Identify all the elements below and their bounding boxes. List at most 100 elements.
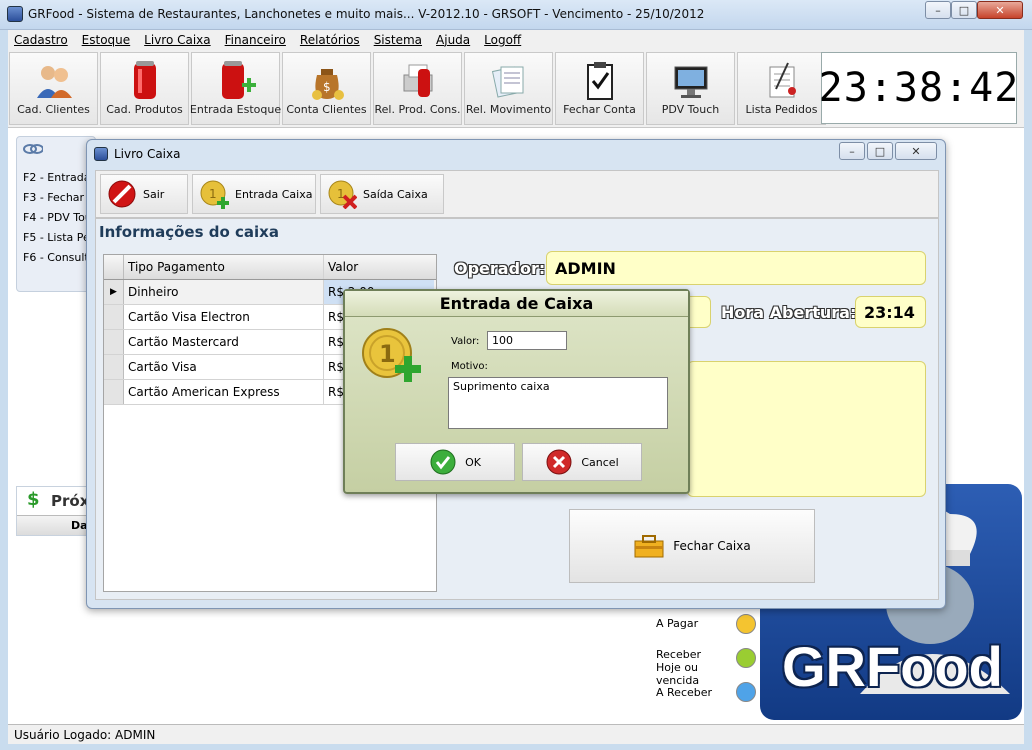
menu-estoque[interactable]: Estoque xyxy=(82,33,131,47)
proximos-title: Próx xyxy=(51,492,90,510)
legend-a-pagar-dot xyxy=(736,614,756,634)
cancel-icon xyxy=(546,449,572,475)
operador-field: ADMIN xyxy=(546,251,926,285)
soda-can-icon xyxy=(125,58,165,102)
ok-button[interactable]: OK xyxy=(395,443,515,481)
cad-clientes-button[interactable]: Cad. Clientes xyxy=(9,52,98,125)
fechar-caixa-button[interactable]: Fechar Caixa xyxy=(569,509,815,583)
menu-ajuda[interactable]: Ajuda xyxy=(436,33,470,47)
maximize-button[interactable]: □ xyxy=(951,1,977,19)
users-icon xyxy=(34,58,74,102)
lc-close-button[interactable]: ✕ xyxy=(895,142,937,160)
row-pointer-icon: ▶ xyxy=(104,280,124,304)
lc-minimize-button[interactable]: – xyxy=(839,142,865,160)
operador-label: Operador: xyxy=(454,259,546,278)
livro-caixa-title: Livro Caixa xyxy=(114,147,181,161)
cell-valor: R$ xyxy=(328,310,344,324)
valor-label: Valor: xyxy=(451,336,480,347)
printer-icon xyxy=(398,58,438,102)
fechar-conta-button[interactable]: Fechar Conta xyxy=(555,52,644,125)
cell-valor: R$ xyxy=(328,335,344,349)
cell-tipo: Cartão Visa Electron xyxy=(124,305,324,329)
shortcut-f4[interactable]: F4 - PDV Touch xyxy=(23,211,93,224)
entrada-estoque-button[interactable]: Entrada Estoque xyxy=(190,52,281,125)
hora-abertura-label: Hora Abertura: xyxy=(721,303,857,322)
main-toolbar: Cad. Clientes Cad. Produtos Entrada Esto… xyxy=(8,50,1024,128)
shortcut-f3[interactable]: F3 - Fechar Conta xyxy=(23,191,93,204)
coin-add-icon: 1 xyxy=(359,325,423,389)
cad-produtos-button[interactable]: Cad. Produtos xyxy=(100,52,189,125)
motivo-textarea[interactable]: Suprimento caixa xyxy=(448,377,668,429)
legend-a-receber-label: A Receber xyxy=(656,686,713,699)
hora-abertura-field: 23:14 xyxy=(855,296,926,328)
order-list-icon xyxy=(762,58,802,102)
grid-header: Tipo Pagamento Valor xyxy=(104,255,436,280)
cell-tipo: Cartão Visa xyxy=(124,355,324,379)
saida-caixa-button[interactable]: 1 Saída Caixa xyxy=(320,174,444,214)
svg-text:1: 1 xyxy=(209,187,217,201)
cancel-button[interactable]: Cancel xyxy=(522,443,642,481)
cell-valor: R$ xyxy=(328,385,344,399)
livro-caixa-toolbar: Sair 1 Entrada Caixa 1 Saída Caixa xyxy=(95,170,939,218)
valor-input[interactable] xyxy=(487,331,567,350)
menu-sistema[interactable]: Sistema xyxy=(374,33,422,47)
conta-clientes-button[interactable]: $ Conta Clientes xyxy=(282,52,371,125)
window-title: GRFood - Sistema de Restaurantes, Lancho… xyxy=(28,7,705,21)
main-title-bar: GRFood - Sistema de Restaurantes, Lancho… xyxy=(0,0,1032,30)
entrada-caixa-dialog: Entrada de Caixa 1 Valor: Motivo: Suprim… xyxy=(343,289,690,494)
clipboard-check-icon xyxy=(580,58,620,102)
dialog-title: Entrada de Caixa xyxy=(345,291,688,317)
shortcut-f6[interactable]: F6 - Consultar xyxy=(23,251,93,264)
lista-pedidos-button[interactable]: Lista Pedidos xyxy=(737,52,826,125)
money-bag-icon: $ xyxy=(307,58,347,102)
status-bar: Usuário Logado: ADMIN xyxy=(8,724,1024,744)
close-button[interactable]: ✕ xyxy=(977,1,1023,19)
info-caixa-title: Informações do caixa xyxy=(99,223,279,241)
menu-cadastro[interactable]: Cadastro xyxy=(14,33,68,47)
clock-display: 23:38:42 xyxy=(819,52,1018,124)
shortcuts-panel: F2 - Entrada Estoque F3 - Fechar Conta F… xyxy=(16,136,96,292)
livro-caixa-icon xyxy=(94,147,108,161)
cell-tipo: Dinheiro xyxy=(124,280,324,304)
coin-add-icon: 1 xyxy=(200,180,229,209)
minimize-button[interactable]: – xyxy=(925,1,951,19)
pdv-touch-button[interactable]: PDV Touch xyxy=(646,52,735,125)
chain-link-icon xyxy=(23,141,44,157)
proximos-header: Da xyxy=(17,515,95,535)
menu-logoff[interactable]: Logoff xyxy=(484,33,521,47)
menu-livro-caixa[interactable]: Livro Caixa xyxy=(144,33,210,47)
shortcut-f2[interactable]: F2 - Entrada Estoque xyxy=(23,171,93,184)
lc-maximize-button[interactable]: □ xyxy=(867,142,893,160)
toolbox-icon xyxy=(634,535,664,558)
app-icon xyxy=(7,6,23,22)
sair-button[interactable]: Sair xyxy=(100,174,188,214)
col-valor[interactable]: Valor xyxy=(324,255,358,279)
checkmark-icon xyxy=(430,449,456,475)
menu-relatorios[interactable]: Relatórios xyxy=(300,33,360,47)
cell-tipo: Cartão Mastercard xyxy=(124,330,324,354)
legend-a-receber-dot xyxy=(736,682,756,702)
cell-valor: R$ xyxy=(328,360,344,374)
dollar-icon: $ xyxy=(27,489,40,510)
cell-tipo: Cartão American Express xyxy=(124,380,324,404)
soda-can-add-icon xyxy=(216,58,256,102)
menu-bar: Cadastro Estoque Livro Caixa Financeiro … xyxy=(8,30,1024,50)
stop-icon xyxy=(108,180,136,208)
svg-text:1: 1 xyxy=(379,340,396,368)
entrada-caixa-button[interactable]: 1 Entrada Caixa xyxy=(192,174,316,214)
legend-receber-hoje-dot xyxy=(736,648,756,668)
motivo-label: Motivo: xyxy=(451,361,488,372)
status-text: Usuário Logado: ADMIN xyxy=(14,728,156,742)
svg-text:1: 1 xyxy=(337,187,345,201)
logo-text: GRFood xyxy=(782,635,1003,698)
documents-icon xyxy=(489,58,529,102)
shortcut-f5[interactable]: F5 - Lista Pedidos xyxy=(23,231,93,244)
legend-a-pagar-label: A Pagar xyxy=(656,617,699,630)
observacao-area xyxy=(687,361,926,497)
rel-movimento-button[interactable]: Rel. Movimento xyxy=(464,52,553,125)
menu-financeiro[interactable]: Financeiro xyxy=(225,33,286,47)
touch-screen-icon xyxy=(671,58,711,102)
rel-prod-cons-button[interactable]: Rel. Prod. Cons. xyxy=(373,52,462,125)
proximos-panel: $ Próx Da xyxy=(16,486,96,536)
col-tipo-pagamento[interactable]: Tipo Pagamento xyxy=(124,255,324,279)
